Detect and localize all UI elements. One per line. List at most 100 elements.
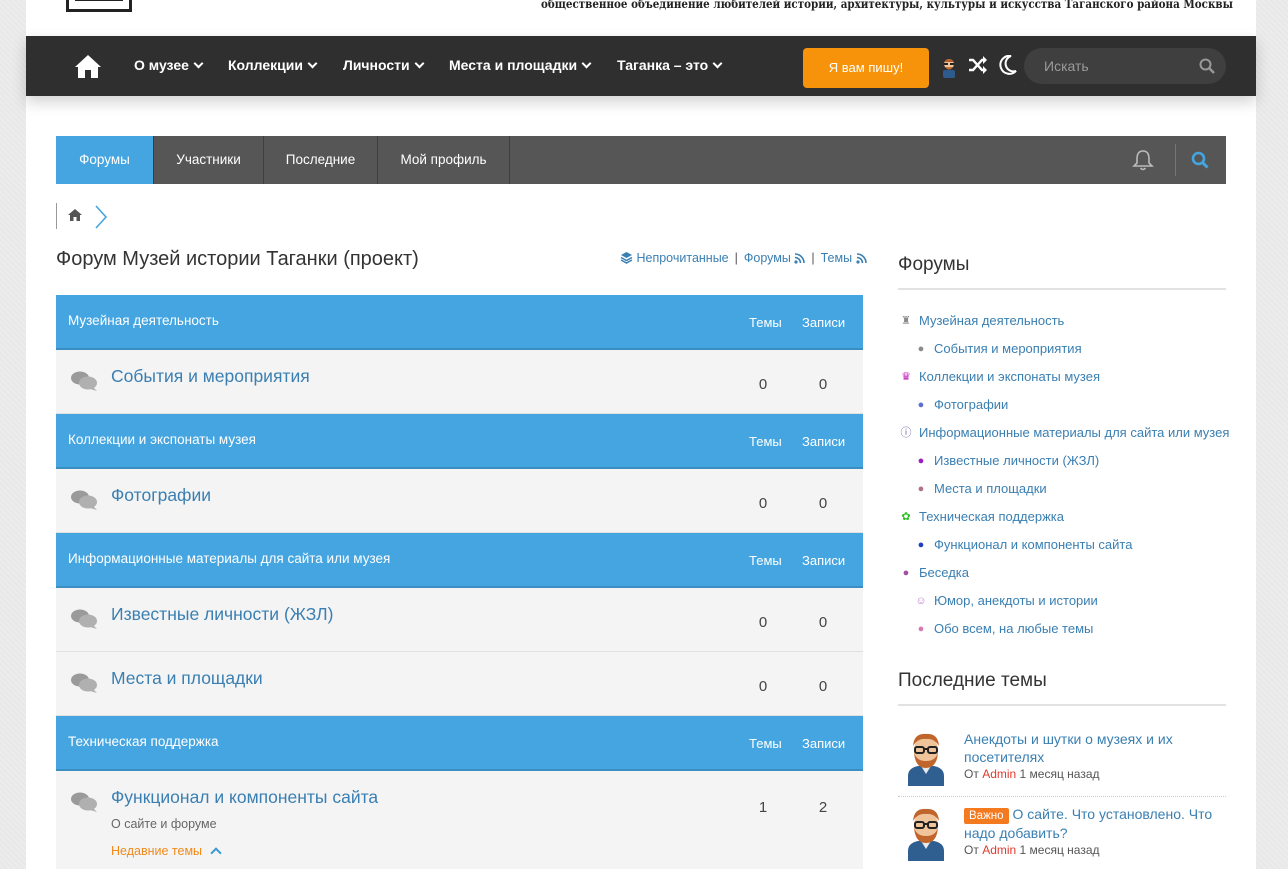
smile-icon: ☺ [915, 595, 927, 607]
sidebar-forum-item[interactable]: ♛ Коллекции и экспонаты музея [898, 367, 1238, 395]
col-topics: Темы [749, 553, 782, 568]
museum-icon: ♜ [901, 315, 911, 327]
latest-topic-link[interactable]: Важно О сайте. Что установлено. Что надо … [964, 805, 1224, 842]
nav-taganka[interactable]: Таганка – это [617, 57, 723, 73]
forum-menu-bar: Форумы Участники Последние Мой профиль [56, 136, 1226, 184]
rss-icon [794, 253, 806, 264]
sidebar-forum-item[interactable]: ● Функционал и компоненты сайта [898, 535, 1238, 563]
forum-search-icon[interactable] [1191, 151, 1209, 169]
divider [898, 288, 1226, 290]
sidebar-forums-title: Форумы [898, 254, 970, 275]
sidebar-forum-item[interactable]: ☺ Юмор, анекдоты и истории [898, 591, 1238, 619]
topic-count: 0 [758, 495, 768, 512]
home-icon[interactable] [74, 53, 102, 79]
moon-icon[interactable] [999, 55, 1017, 75]
quick-links: Непрочитанные | Форумы | Темы [620, 251, 867, 265]
sidebar-forum-item[interactable]: ● Обо всем, на любые темы [898, 619, 1238, 647]
sidebar-forum-item[interactable]: ⓘ Информационные материалы для сайта или … [898, 423, 1238, 451]
search-input[interactable] [1024, 48, 1194, 84]
category-name[interactable]: Техническая поддержка [68, 734, 219, 749]
page-title: Форум Музей истории Таганки (проект) [56, 248, 419, 270]
author-link[interactable]: Admin [982, 843, 1016, 857]
site-tagline: общественное объединение любителей истор… [541, 0, 1233, 11]
topic-count: 0 [758, 376, 768, 393]
sidebar-forum-item[interactable]: ✿ Техническая поддержка [898, 507, 1238, 535]
bell-icon[interactable] [1132, 149, 1154, 171]
category-name[interactable]: Информационные материалы для сайта или м… [68, 551, 390, 566]
avatar[interactable] [904, 730, 948, 786]
comments-icon: ● [917, 455, 925, 467]
recent-topics-toggle[interactable]: Недавние темы [111, 844, 222, 859]
nav-persons[interactable]: Личности [343, 57, 425, 73]
comments-icon [71, 673, 97, 693]
chess-icon: ♛ [901, 371, 911, 383]
shuffle-icon[interactable] [968, 55, 988, 75]
comments-icon [71, 792, 97, 812]
forum-row: Фотографии 0 0 [56, 469, 863, 533]
comments-icon: ● [902, 567, 910, 579]
topic-count: 0 [758, 678, 768, 695]
col-posts: Записи [802, 434, 846, 449]
sticky-badge: Важно [964, 808, 1009, 824]
unread-link[interactable]: Непрочитанные [636, 251, 728, 265]
forum-link[interactable]: Известные личности (ЖЗЛ) [111, 604, 333, 625]
nav-collections[interactable]: Коллекции [228, 57, 318, 73]
col-posts: Записи [802, 315, 846, 330]
sidebar-forum-item[interactable]: ● Фотографии [898, 395, 1238, 423]
sidebar-latest-title: Последние темы [898, 670, 1047, 691]
divider [898, 796, 1226, 797]
breadcrumb-home[interactable] [56, 203, 92, 229]
forum-link[interactable]: События и мероприятия [111, 366, 310, 387]
nav-places[interactable]: Места и площадки [449, 57, 592, 73]
sidebar-forum-item[interactable]: ● События и мероприятия [898, 339, 1238, 367]
sidebar-forum-item[interactable]: ♜ Музейная деятельность [898, 311, 1238, 339]
sidebar-forum-list: ♜ Музейная деятельность ● События и меропр… [898, 311, 1238, 647]
tab-forums[interactable]: Форумы [56, 136, 154, 184]
forum-table: Музейная деятельность Темы Записи Событи… [56, 295, 863, 869]
forum-description: О сайте и форуме [111, 817, 217, 831]
nav-about[interactable]: О музее [134, 57, 204, 73]
sidebar-forum-item[interactable]: ● Места и площадки [898, 479, 1238, 507]
forum-link[interactable]: Фотографии [111, 485, 211, 506]
write-to-us-button[interactable]: Я вам пишу! [803, 48, 929, 88]
tab-recent[interactable]: Последние [264, 136, 378, 184]
post-count: 2 [818, 799, 828, 816]
site-logo[interactable] [66, 0, 132, 12]
forum-link[interactable]: Места и площадки [111, 668, 263, 689]
latest-topic-link[interactable]: Анекдоты и шутки о музеях и их посетител… [964, 730, 1224, 766]
latest-topic-meta: От Admin 1 месяц назад [964, 843, 1100, 857]
forum-link[interactable]: Функционал и компоненты сайта [111, 787, 378, 808]
comments-icon: ● [917, 539, 925, 551]
latest-topic: Анекдоты и шутки о музеях и их посетител… [898, 730, 1226, 790]
tab-members[interactable]: Участники [154, 136, 264, 184]
main-nav: О музее Коллекции Личности Места и площа… [26, 36, 1256, 96]
info-icon: ⓘ [900, 427, 912, 439]
topics-feed-link[interactable]: Темы [821, 251, 852, 265]
author-link[interactable]: Admin [982, 767, 1016, 781]
col-topics: Темы [749, 315, 782, 330]
tab-my-profile[interactable]: Мой профиль [378, 136, 510, 184]
comments-icon: ● [917, 623, 925, 635]
col-topics: Темы [749, 736, 782, 751]
sidebar-forum-item[interactable]: ● Известные личности (ЖЗЛ) [898, 451, 1238, 479]
user-avatar-icon[interactable] [940, 56, 958, 78]
avatar[interactable] [904, 805, 948, 861]
home-icon [68, 209, 82, 221]
search-icon[interactable] [1199, 58, 1215, 74]
category-name[interactable]: Коллекции и экспонаты музея [68, 432, 256, 447]
chevron-down-icon [414, 58, 425, 69]
category-name[interactable]: Музейная деятельность [68, 313, 219, 328]
category-header: Коллекции и экспонаты музея Темы Записи [56, 414, 863, 469]
category-header: Информационные материалы для сайта или м… [56, 533, 863, 588]
col-posts: Записи [802, 736, 846, 751]
sidebar-forum-item[interactable]: ● Беседка [898, 563, 1238, 591]
topic-count: 1 [758, 799, 768, 816]
chevron-down-icon [712, 58, 723, 69]
comments-icon [71, 371, 97, 391]
forums-feed-link[interactable]: Форумы [744, 251, 791, 265]
forum-row: Известные личности (ЖЗЛ) 0 0 [56, 588, 863, 652]
chevron-down-icon [307, 58, 318, 69]
divider [898, 704, 1226, 706]
site-banner: общественное объединение любителей истор… [26, 0, 1256, 36]
gear-icon: ✿ [901, 511, 911, 523]
